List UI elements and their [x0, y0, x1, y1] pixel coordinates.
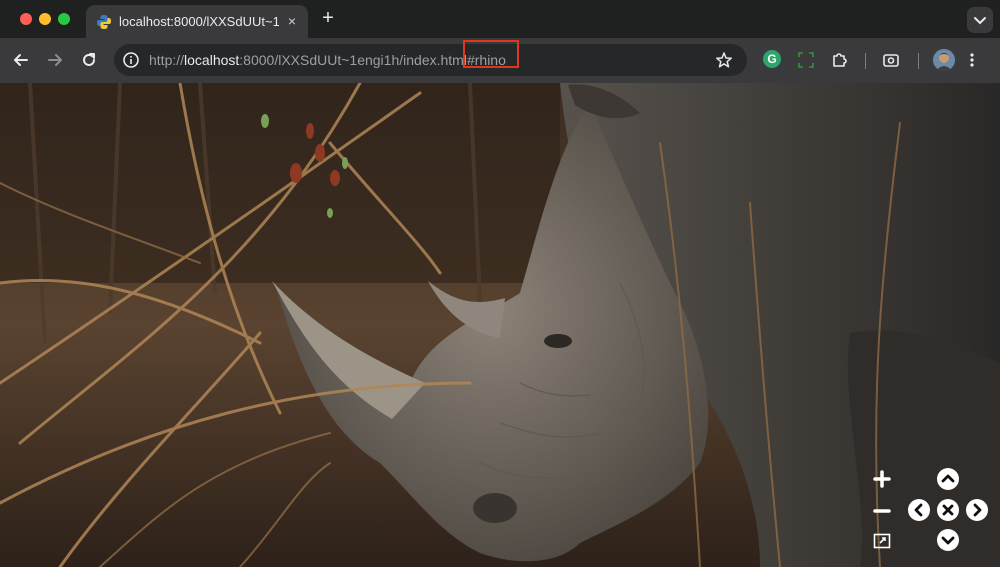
close-x-icon	[937, 499, 959, 521]
pan-right-button[interactable]	[963, 496, 991, 524]
pan-down-button[interactable]	[934, 526, 962, 554]
puzzle-piece-icon	[833, 53, 847, 67]
zoom-window-button[interactable]	[58, 13, 70, 25]
fullscreen-button[interactable]	[868, 527, 896, 555]
browser-toolbar: http://localhost:8000/lXXSdUUt~1engi1h/i…	[0, 38, 1000, 83]
minus-icon	[873, 509, 891, 513]
zoom-in-button[interactable]	[868, 465, 896, 493]
arrow-right-icon	[48, 54, 62, 66]
camera-icon	[883, 54, 899, 67]
reload-icon	[83, 53, 95, 66]
chevron-up-icon	[937, 468, 959, 490]
back-button[interactable]	[9, 48, 33, 72]
site-info-icon[interactable]	[122, 51, 140, 69]
chevron-left-icon	[908, 499, 930, 521]
pan-up-button[interactable]	[934, 465, 962, 493]
toolbar-divider	[865, 53, 866, 69]
browser-menu-button[interactable]	[960, 48, 984, 72]
extensions-button[interactable]	[828, 48, 852, 72]
screenshot-extension-button[interactable]	[794, 48, 818, 72]
bookmark-star-icon[interactable]	[715, 51, 733, 69]
chevron-down-icon	[974, 17, 986, 25]
python-favicon-icon	[97, 15, 111, 29]
url-host: localhost	[184, 52, 240, 68]
active-tab[interactable]: localhost:8000/lXXSdUUt~1engi1h/index.ht…	[86, 5, 308, 38]
image-viewer[interactable]	[0, 83, 1000, 567]
tab-strip: localhost:8000/lXXSdUUt~1engi1h/index.ht…	[0, 0, 1000, 38]
reset-view-button[interactable]	[934, 496, 962, 524]
close-window-button[interactable]	[20, 13, 32, 25]
screen-capture-button[interactable]	[879, 48, 903, 72]
toolbar-divider	[918, 53, 919, 69]
reload-button[interactable]	[77, 48, 101, 72]
url-scheme: http://	[149, 52, 185, 68]
expand-icon	[873, 533, 891, 549]
url-path: :8000/lXXSdUUt~1engi1h/index.html	[239, 52, 467, 68]
crop-frame-icon	[798, 52, 814, 68]
forward-button[interactable]	[43, 48, 67, 72]
url-text[interactable]: http://localhost:8000/lXXSdUUt~1engi1h/i…	[149, 52, 506, 68]
fragment-highlight-box	[463, 40, 519, 68]
profile-photo-icon	[933, 49, 955, 71]
tab-title: localhost:8000/lXXSdUUt~1engi1h/index.ht…	[119, 14, 279, 29]
tab-close-icon[interactable]: ×	[284, 13, 300, 29]
pan-left-button[interactable]	[905, 496, 933, 524]
tab-search-button[interactable]	[967, 7, 993, 33]
more-vertical-icon	[970, 53, 974, 67]
new-tab-button[interactable]: +	[318, 8, 338, 28]
arrow-left-icon	[14, 54, 28, 66]
chevron-right-icon	[966, 499, 988, 521]
chevron-down-icon	[937, 529, 959, 551]
rhino-photo	[0, 83, 1000, 567]
minimize-window-button[interactable]	[39, 13, 51, 25]
profile-avatar[interactable]	[933, 49, 955, 71]
address-bar[interactable]: http://localhost:8000/lXXSdUUt~1engi1h/i…	[114, 40, 747, 76]
zoom-out-button[interactable]	[868, 497, 896, 525]
plus-icon	[873, 470, 891, 488]
grammarly-extension-icon[interactable]: G	[763, 50, 781, 68]
browser-window: localhost:8000/lXXSdUUt~1engi1h/index.ht…	[0, 0, 1000, 567]
